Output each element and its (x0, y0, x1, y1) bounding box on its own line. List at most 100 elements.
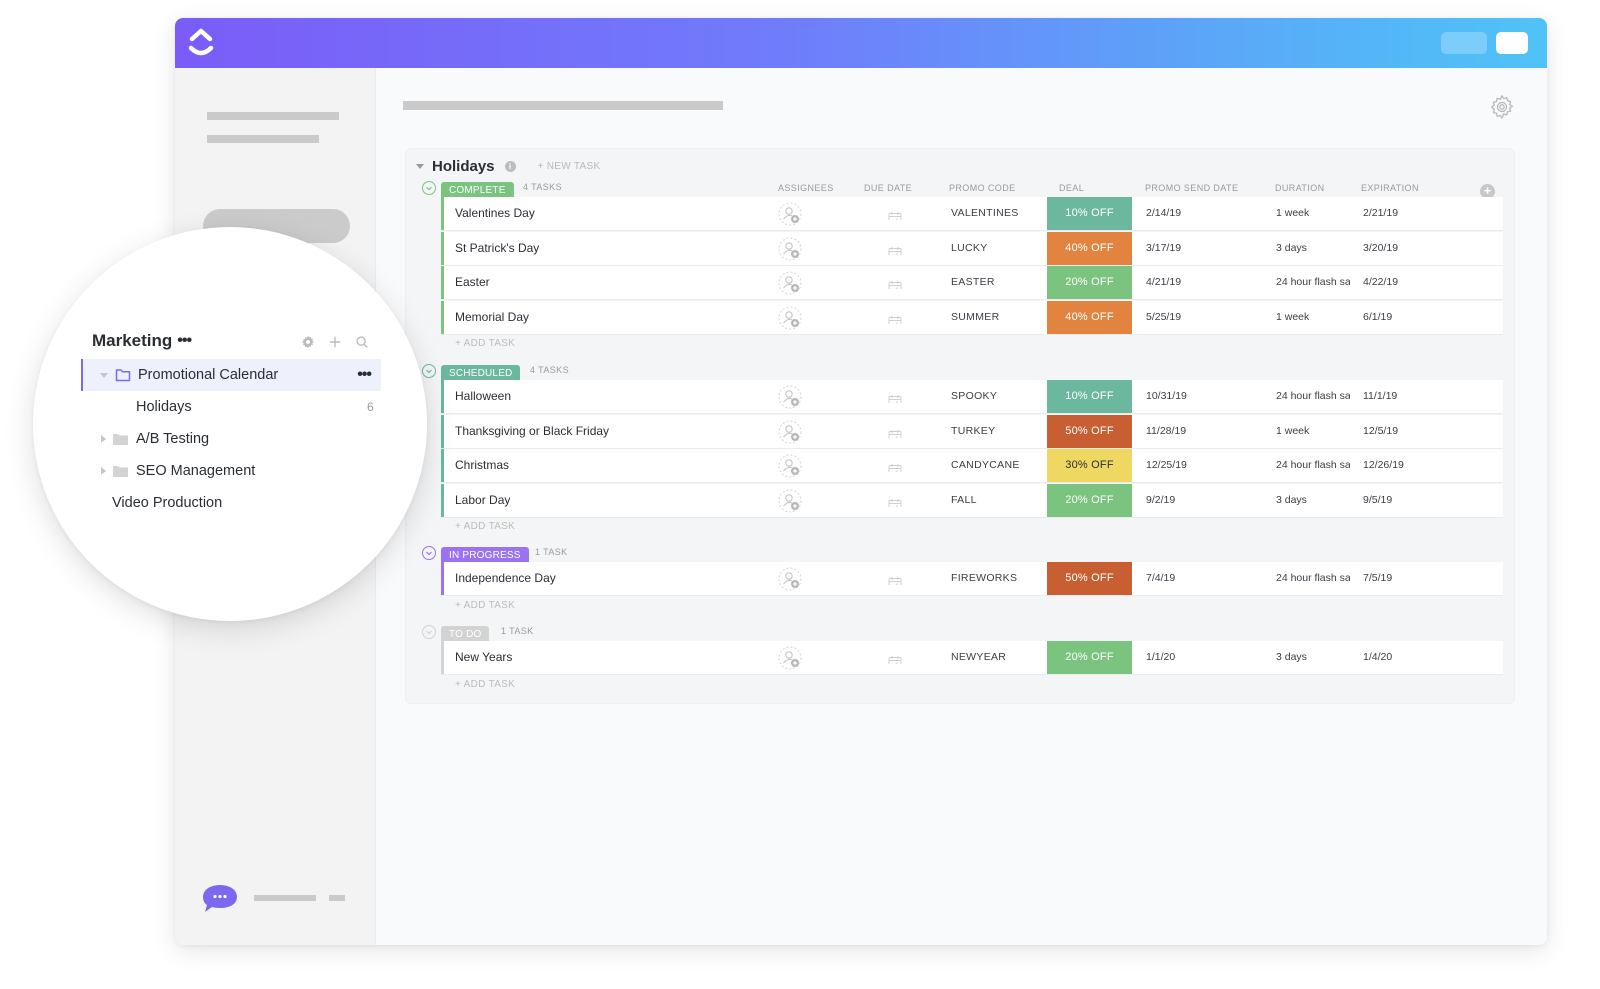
calendar-icon[interactable] (888, 650, 902, 664)
expiration-date[interactable]: 12/5/19 (1363, 415, 1398, 448)
promo-code[interactable]: LUCKY (951, 232, 988, 265)
deal-badge[interactable]: 20% OFF (1047, 483, 1132, 517)
task-name[interactable]: Valentines Day (455, 197, 535, 230)
task-name[interactable]: St Patrick's Day (455, 232, 539, 265)
duration[interactable]: 3 days (1276, 232, 1350, 265)
promo-code[interactable]: SUMMER (951, 301, 999, 334)
task-name[interactable]: Memorial Day (455, 301, 529, 334)
promo-send-date[interactable]: 2/14/19 (1146, 197, 1181, 230)
collapse-caret-icon[interactable] (416, 164, 424, 169)
deal-badge[interactable]: 10% OFF (1047, 380, 1132, 413)
duration[interactable]: 24 hour flash sale (1276, 562, 1350, 595)
task-name[interactable]: New Years (455, 641, 512, 674)
duration[interactable]: 1 week (1276, 197, 1350, 230)
gear-icon[interactable] (1489, 94, 1515, 120)
column-header-promo-send-date[interactable]: PROMO SEND DATE (1145, 183, 1238, 193)
new-task-button[interactable]: + NEW TASK (538, 161, 601, 172)
add-assignee-icon[interactable] (778, 385, 802, 409)
plus-icon[interactable] (328, 335, 342, 349)
space-more-icon[interactable]: ••• (177, 332, 192, 350)
column-header-promo-code[interactable]: PROMO CODE (949, 183, 1016, 193)
expiration-date[interactable]: 4/22/19 (1363, 266, 1398, 299)
clickup-logo-icon[interactable] (187, 27, 215, 59)
task-row[interactable]: New Years NEWYEAR 20% OFF 1/1/20 3 days 1/4/2… (441, 641, 1503, 674)
add-assignee-icon[interactable] (778, 646, 802, 670)
task-row[interactable]: Labor Day FALL 20% OFF 9/2/19 3 days 9/5/19 (441, 483, 1503, 517)
task-name[interactable]: Halloween (455, 380, 511, 413)
promo-code[interactable]: VALENTINES (951, 197, 1019, 230)
duration[interactable]: 24 hour flash sale (1276, 380, 1350, 413)
calendar-icon[interactable] (888, 310, 902, 324)
column-header-deal[interactable]: DEAL (1059, 183, 1084, 193)
group-collapse-toggle[interactable] (422, 625, 436, 639)
duration[interactable]: 3 days (1276, 484, 1350, 517)
promo-send-date[interactable]: 1/1/20 (1146, 641, 1175, 674)
task-row[interactable]: Halloween SPOOKY 10% OFF 10/31/19 24 hour fl… (441, 380, 1503, 413)
info-icon[interactable]: i (504, 161, 516, 172)
task-name[interactable]: Christmas (455, 449, 509, 482)
calendar-icon[interactable] (888, 493, 902, 507)
promo-send-date[interactable]: 4/21/19 (1146, 266, 1181, 299)
promo-code[interactable]: CANDYCANE (951, 449, 1020, 482)
add-assignee-icon[interactable] (778, 237, 802, 261)
task-row[interactable]: Valentines Day VALENTINES 10% OFF 2/14/19 1 … (441, 197, 1503, 230)
deal-badge[interactable]: 40% OFF (1047, 300, 1132, 334)
deal-badge[interactable]: 30% OFF (1047, 449, 1132, 482)
topbar-white-button[interactable] (1496, 32, 1528, 54)
promo-code[interactable]: TURKEY (951, 415, 995, 448)
task-name[interactable]: Independence Day (455, 562, 556, 595)
task-row[interactable]: Memorial Day SUMMER 40% OFF 5/25/19 1 week 6/… (441, 300, 1503, 334)
expiration-date[interactable]: 12/26/19 (1363, 449, 1404, 482)
add-assignee-icon[interactable] (778, 306, 802, 330)
calendar-icon[interactable] (888, 241, 902, 255)
promo-code[interactable]: EASTER (951, 266, 995, 299)
calendar-icon[interactable] (888, 275, 902, 289)
expiration-date[interactable]: 9/5/19 (1363, 484, 1392, 517)
promo-code[interactable]: FIREWORKS (951, 562, 1017, 595)
task-name[interactable]: Easter (455, 266, 490, 299)
duration[interactable]: 1 week (1276, 301, 1350, 334)
duration[interactable]: 1 week (1276, 415, 1350, 448)
promo-send-date[interactable]: 10/31/19 (1146, 380, 1187, 413)
column-header-duration[interactable]: DURATION (1275, 183, 1325, 193)
promo-send-date[interactable]: 9/2/19 (1146, 484, 1175, 517)
expiration-date[interactable]: 6/1/19 (1363, 301, 1392, 334)
promo-send-date[interactable]: 7/4/19 (1146, 562, 1175, 595)
duration[interactable]: 24 hour flash sale (1276, 449, 1350, 482)
duration[interactable]: 24 hour flash sale (1276, 266, 1350, 299)
space-title[interactable]: Marketing ••• (92, 331, 192, 351)
task-row[interactable]: St Patrick's Day LUCKY 40% OFF 3/17/19 3 day… (441, 231, 1503, 265)
add-assignee-icon[interactable] (778, 202, 802, 226)
status-badge[interactable]: TO DO (441, 626, 490, 642)
deal-badge[interactable]: 50% OFF (1047, 414, 1132, 448)
task-name[interactable]: Thanksgiving or Black Friday (455, 415, 609, 448)
calendar-icon[interactable] (888, 389, 902, 403)
add-assignee-icon[interactable] (778, 489, 802, 513)
task-row[interactable]: Easter EASTER 20% OFF 4/21/19 24 hour flash … (441, 266, 1503, 299)
sidebar-item-promotional-calendar[interactable]: Promotional Calendar ••• (81, 359, 381, 391)
sidebar-item-video-production[interactable]: Video Production (112, 487, 222, 519)
expiration-date[interactable]: 11/1/19 (1363, 380, 1397, 413)
sidebar-item-holidays[interactable]: Holidays 6 (136, 391, 386, 423)
status-badge[interactable]: IN PROGRESS (441, 547, 529, 563)
task-row[interactable]: Thanksgiving or Black Friday TURKEY 50% OF… (441, 414, 1503, 448)
group-collapse-toggle[interactable] (422, 364, 436, 378)
add-assignee-icon[interactable] (778, 420, 802, 444)
deal-badge[interactable]: 10% OFF (1047, 197, 1132, 230)
add-task-button[interactable]: + ADD TASK (455, 597, 1502, 615)
expiration-date[interactable]: 3/20/19 (1363, 232, 1398, 265)
add-assignee-icon[interactable] (778, 271, 802, 295)
promo-send-date[interactable]: 5/25/19 (1146, 301, 1181, 334)
deal-badge[interactable]: 20% OFF (1047, 641, 1132, 674)
group-collapse-toggle[interactable] (422, 181, 436, 195)
column-header-assignees[interactable]: ASSIGNEES (778, 183, 834, 193)
calendar-icon[interactable] (888, 424, 902, 438)
expiration-date[interactable]: 2/21/19 (1363, 197, 1398, 230)
promo-code[interactable]: NEWYEAR (951, 641, 1006, 674)
promo-send-date[interactable]: 3/17/19 (1146, 232, 1181, 265)
column-header-expiration[interactable]: EXPIRATION (1361, 183, 1419, 193)
task-row[interactable]: Independence Day FIREWORKS 50% OFF 7/4/19 24… (441, 562, 1503, 595)
sidebar-item-seo-management[interactable]: SEO Management (101, 455, 255, 487)
status-badge[interactable]: SCHEDULED (441, 365, 521, 381)
expiration-date[interactable]: 1/4/20 (1363, 641, 1392, 674)
